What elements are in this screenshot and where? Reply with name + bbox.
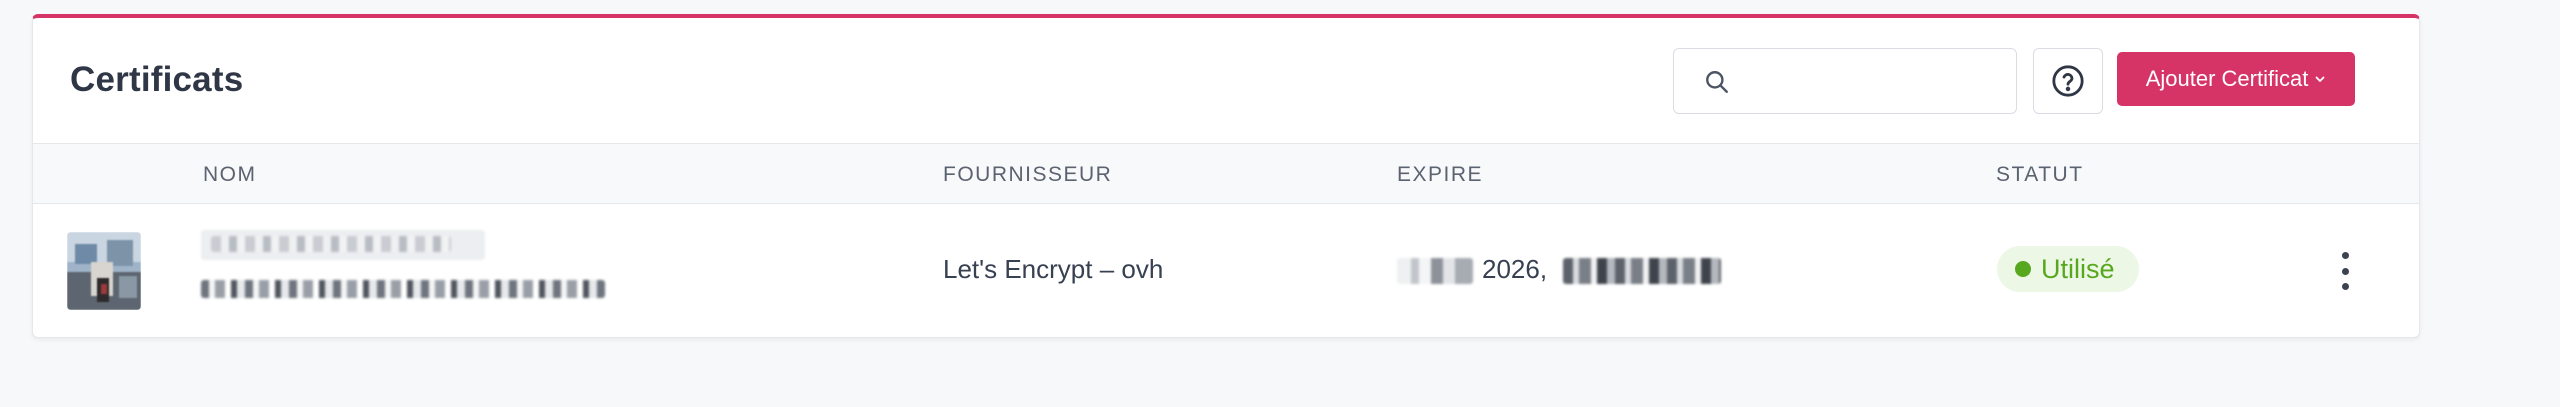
add-certificate-button[interactable]: Ajouter Certificat [2117,52,2355,106]
chevron-down-icon [2315,76,2325,82]
certificates-panel: Certificats Ajouter Certificat NOM FOURN… [32,14,2420,338]
search-icon [1706,71,1728,93]
table-row[interactable]: Let's Encrypt – ovh 2026, Utilisé [33,204,2419,337]
column-header-provider[interactable]: FOURNISSEUR [943,163,1112,187]
expires-time-redacted [1563,258,1721,284]
status-badge: Utilisé [1997,246,2139,292]
provider-text: Let's Encrypt – ovh [943,254,1164,284]
certificate-name-redacted-detail [211,236,451,252]
page-title: Certificats [70,60,244,99]
status-label: Utilisé [2041,254,2115,284]
more-vertical-icon[interactable] [2333,252,2357,290]
search-box[interactable] [1673,48,2017,114]
column-header-expires[interactable]: EXPIRE [1397,163,1483,187]
expires-day-redacted [1397,258,1473,284]
certificate-thumbnail [67,232,141,310]
column-header-status[interactable]: STATUT [1996,163,2084,187]
question-circle-icon [2052,65,2084,97]
table-header: NOM FOURNISSEUR EXPIRE STATUT [33,144,2419,204]
certificate-domains-redacted [201,280,605,298]
help-button[interactable] [2033,48,2103,114]
column-header-name[interactable]: NOM [203,163,257,187]
expires-year-text: 2026, [1482,254,1548,284]
status-dot-icon [2015,261,2031,277]
search-input[interactable] [1744,57,2004,105]
panel-header: Certificats Ajouter Certificat [33,18,2419,144]
add-certificate-label: Ajouter Certificat [2145,66,2309,91]
